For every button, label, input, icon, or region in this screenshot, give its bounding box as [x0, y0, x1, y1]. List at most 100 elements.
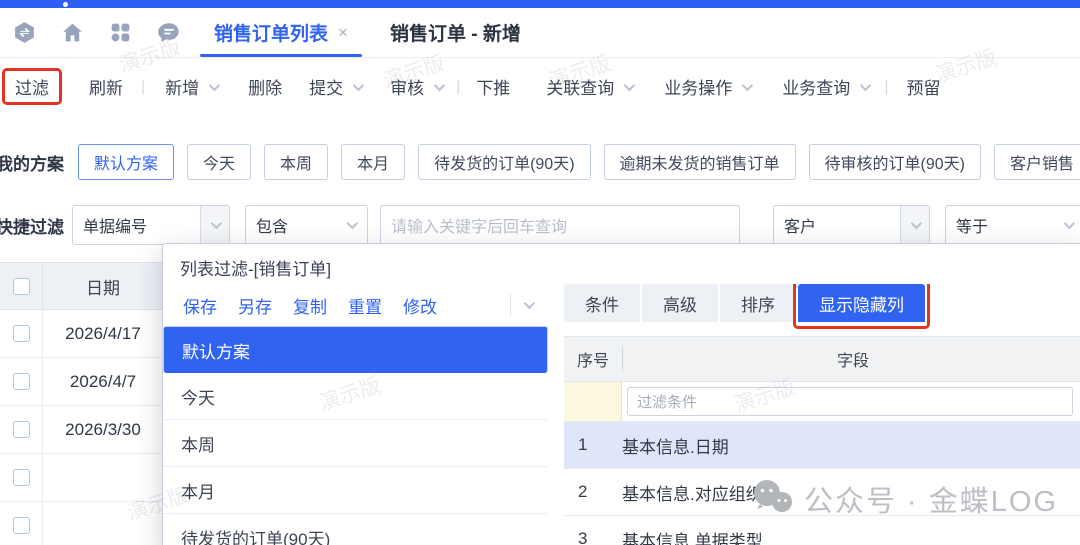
row-checkbox[interactable] [13, 373, 30, 390]
toolbar-divider: | [884, 78, 888, 96]
tab-sales-order-new[interactable]: 销售订单 - 新增 [376, 8, 535, 57]
column-filter-placeholder: 过滤条件 [637, 391, 697, 412]
chevron-down-icon [900, 206, 929, 244]
row-checkbox[interactable] [13, 421, 30, 438]
field-select[interactable]: 单据编号 [72, 205, 230, 245]
no-column-header: 序号 [564, 347, 622, 371]
audit-label: 审核 [390, 74, 424, 99]
chevron-down-icon [200, 206, 229, 244]
row-checkbox[interactable] [13, 325, 30, 342]
date-cell: 2026/3/30 [43, 420, 163, 440]
date-cell: 2026/4/17 [43, 324, 163, 344]
field2-select-value: 客户 [784, 213, 816, 237]
column-filter-input[interactable]: 过滤条件 [627, 387, 1073, 416]
row-checkbox[interactable] [13, 469, 30, 486]
submit-button[interactable]: 提交 [309, 74, 361, 99]
plan-button-today[interactable]: 今天 [187, 144, 251, 180]
filter-button-annotated[interactable]: 过滤 [2, 68, 62, 105]
audit-button[interactable]: 审核 [390, 74, 442, 99]
tab-sort[interactable]: 排序 [720, 284, 796, 322]
copy-button[interactable]: 复制 [293, 293, 327, 318]
business-query-button[interactable]: 业务查询 [782, 74, 868, 99]
plan-item-this-month[interactable]: 本月 [163, 467, 548, 514]
search-placeholder: 请输入关键字后回车查询 [391, 213, 567, 237]
plan-button-default[interactable]: 默认方案 [78, 144, 174, 180]
reserve-label: 预留 [906, 74, 940, 99]
operator2-select[interactable]: 等于 [945, 205, 1080, 245]
plan-button-to-ship-90d[interactable]: 待发货的订单(90天) [418, 144, 590, 180]
chevron-down-icon [860, 79, 871, 90]
plan-button-overdue-unshipped[interactable]: 逾期未发货的销售订单 [604, 144, 796, 180]
add-button[interactable]: 新增 [165, 74, 217, 99]
grid-filter-row: 过滤条件 [564, 382, 1080, 422]
related-query-button[interactable]: 关联查询 [546, 74, 632, 99]
operator-select[interactable]: 包含 [245, 205, 368, 245]
home-icon[interactable] [60, 20, 85, 45]
filter-button-label: 过滤 [15, 74, 49, 99]
plan-button-this-week[interactable]: 本周 [264, 144, 328, 180]
select-all-checkbox[interactable] [13, 278, 30, 295]
plan-item-this-week[interactable]: 本周 [163, 420, 548, 467]
plan-button-to-audit-90d[interactable]: 待审核的订单(90天) [809, 144, 981, 180]
chevron-down-icon [1064, 218, 1075, 229]
list-filter-dialog: 列表过滤-[销售订单] 保存 另存 复制 重置 修改 默认方案 今天 本周 本月 [162, 243, 1080, 545]
dialog-tabs: 条件 高级 排序 显示隐藏列 [564, 284, 1080, 322]
tab-advanced[interactable]: 高级 [642, 284, 718, 322]
modify-button[interactable]: 修改 [403, 293, 437, 318]
top-strip [0, 0, 1080, 8]
field-name: 基本信息.对应组织 [622, 480, 1080, 505]
plan-list: 默认方案 今天 本周 本月 待发货的订单(90天) [163, 326, 548, 545]
grid-row[interactable]: 1 基本信息.日期 [564, 422, 1080, 469]
chevron-down-icon [209, 79, 220, 90]
tab-condition[interactable]: 条件 [564, 284, 640, 322]
tab-show-hide-columns[interactable]: 显示隐藏列 [798, 284, 925, 322]
tab-label: 销售订单 - 新增 [390, 19, 521, 46]
message-icon[interactable] [156, 20, 182, 46]
keyword-search-input[interactable]: 请输入关键字后回车查询 [380, 205, 740, 245]
submit-label: 提交 [309, 74, 343, 99]
my-plans-row: 我的方案 默认方案 今天 本周 本月 待发货的订单(90天) 逾期未发货的销售订… [0, 130, 1080, 194]
row-number: 3 [564, 529, 622, 545]
save-button[interactable]: 保存 [183, 293, 217, 318]
plan-button-this-month[interactable]: 本月 [341, 144, 405, 180]
plan-button-customer-sales[interactable]: 客户销售 [994, 144, 1080, 180]
dialog-title: 列表过滤-[销售订单] [163, 244, 1080, 284]
plan-list-pane: 保存 另存 复制 重置 修改 默认方案 今天 本周 本月 待发货的订单(90天) [163, 284, 548, 545]
toolbar: 过滤 刷新 | 新增 删除 提交 审核 | 下推 关联查询 业务操作 业务查询 … [0, 58, 1080, 115]
save-as-button[interactable]: 另存 [238, 293, 272, 318]
grid-row[interactable]: 3 基本信息.单据类型 [564, 516, 1080, 545]
close-icon[interactable]: × [338, 23, 348, 43]
reset-button[interactable]: 重置 [348, 293, 382, 318]
business-operation-button[interactable]: 业务操作 [664, 74, 750, 99]
reserve-button[interactable]: 预留 [906, 74, 940, 99]
tab-show-hide-columns-label: 显示隐藏列 [819, 291, 904, 316]
plan-item-default[interactable]: 默认方案 [163, 326, 548, 373]
field2-select[interactable]: 客户 [773, 205, 930, 245]
plan-item-today[interactable]: 今天 [163, 373, 548, 420]
tab-bar: 销售订单列表 × 销售订单 - 新增 [0, 8, 1080, 58]
field-name: 基本信息.单据类型 [622, 527, 1080, 545]
chevron-down-icon[interactable] [524, 298, 535, 309]
chevron-down-icon [434, 79, 445, 90]
date-cell: 2026/4/7 [43, 372, 163, 392]
delete-button[interactable]: 删除 [248, 74, 282, 99]
operator-select-value: 包含 [256, 213, 288, 237]
plan-item-to-ship-90d[interactable]: 待发货的订单(90天) [163, 514, 548, 545]
business-query-label: 业务查询 [782, 74, 850, 99]
tab-sales-order-list[interactable]: 销售订单列表 × [200, 8, 362, 57]
filter-row-index-cell [564, 382, 622, 421]
grid-header-row: 序号 字段 [564, 336, 1080, 382]
app-grid-icon[interactable] [108, 20, 133, 45]
business-operation-label: 业务操作 [664, 74, 732, 99]
push-down-button[interactable]: 下推 [476, 74, 510, 99]
row-checkbox[interactable] [13, 517, 30, 534]
refresh-button[interactable]: 刷新 [89, 74, 123, 99]
toolbar-divider: | [141, 78, 145, 96]
field-name: 基本信息.日期 [622, 433, 1080, 458]
tab-label: 销售订单列表 [214, 19, 328, 46]
push-down-label: 下推 [476, 74, 510, 99]
operator2-select-value: 等于 [956, 213, 988, 237]
grid-row[interactable]: 2 基本信息.对应组织 [564, 469, 1080, 516]
app-logo-icon[interactable] [12, 20, 37, 45]
active-tab-underline [200, 54, 362, 57]
